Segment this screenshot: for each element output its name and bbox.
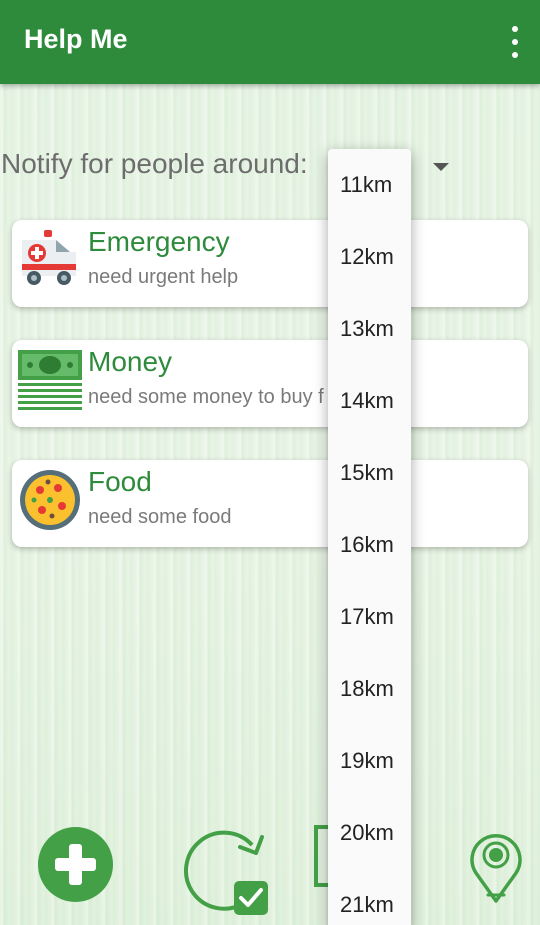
card-subtitle: need some money to buy f [88, 386, 324, 408]
dropdown-option[interactable]: 20km [328, 797, 411, 869]
card-title: Money [88, 346, 173, 377]
card-subtitle: need urgent help [88, 266, 239, 288]
card-money[interactable]: Money need some money to buy f [12, 340, 528, 427]
dropdown-option[interactable]: 16km [328, 509, 411, 581]
more-vert-icon[interactable] [508, 26, 522, 58]
card-emergency[interactable]: Emergency need urgent help [12, 220, 528, 307]
dropdown-option[interactable]: 21km [328, 869, 411, 925]
dropdown-option[interactable]: 15km [328, 437, 411, 509]
refresh-check-icon[interactable] [182, 823, 274, 919]
app-screen: Help Me Notify for people around: Emerge… [0, 0, 540, 925]
add-circle-icon [55, 844, 96, 885]
app-bar: Help Me [0, 0, 540, 84]
dropdown-option[interactable]: 19km [328, 725, 411, 797]
money-icon [18, 350, 82, 410]
dropdown-option[interactable]: 14km [328, 365, 411, 437]
dropdown-option[interactable]: 18km [328, 653, 411, 725]
add-request-button[interactable] [38, 827, 113, 902]
dropdown-option[interactable]: 11km [328, 149, 411, 221]
bottom-action-bar [0, 815, 540, 925]
radius-spinner-arrow-icon[interactable] [433, 163, 449, 171]
ambulance-icon [22, 230, 76, 285]
radius-dropdown-menu: 11km 12km 13km 14km 15km 16km 17km 18km … [328, 149, 411, 925]
food-pan-icon [20, 470, 80, 530]
card-title: Food [88, 466, 152, 497]
app-title: Help Me [24, 24, 128, 54]
notify-radius-label: Notify for people around: [1, 148, 308, 179]
dropdown-option[interactable]: 12km [328, 221, 411, 293]
location-pin-icon[interactable] [466, 823, 526, 905]
dropdown-option[interactable]: 17km [328, 581, 411, 653]
card-title: Emergency [88, 226, 230, 257]
dropdown-option[interactable]: 13km [328, 293, 411, 365]
card-food[interactable]: Food need some food [12, 460, 528, 547]
card-subtitle: need some food [88, 506, 232, 528]
